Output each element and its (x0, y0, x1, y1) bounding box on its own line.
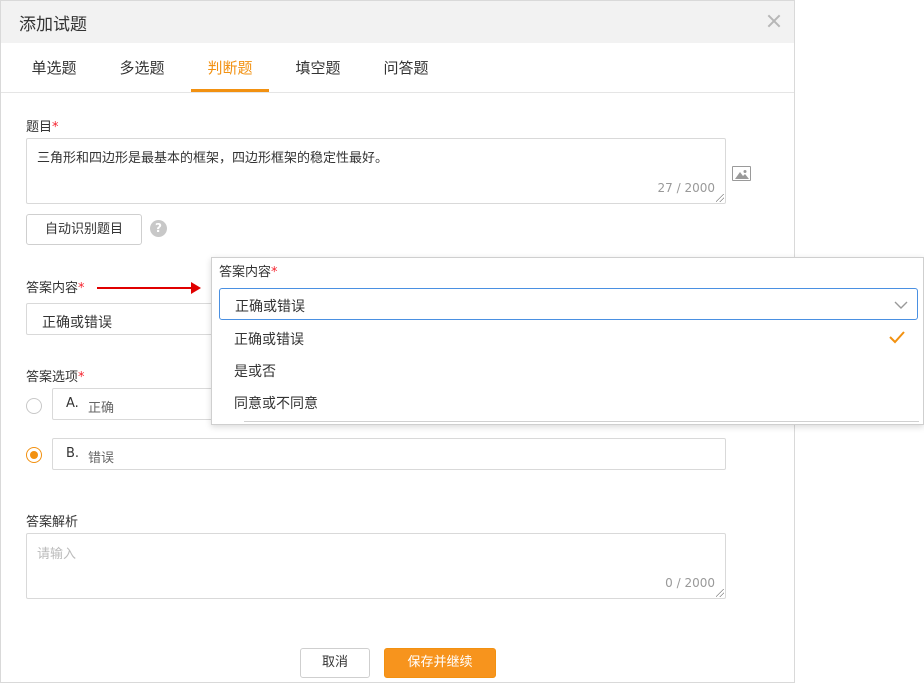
dialog-header: 添加试题 (1, 1, 794, 43)
check-icon (889, 331, 905, 344)
option-a-radio[interactable] (26, 398, 42, 414)
option-b-input[interactable]: B. 错误 (52, 438, 726, 470)
tab-essay[interactable]: 问答题 (371, 43, 441, 92)
arrow-head (191, 282, 201, 294)
dropdown-item-yes-no[interactable]: 是或否 (219, 354, 918, 386)
auto-recognize-button[interactable]: 自动识别题目 (26, 214, 142, 245)
chevron-down-icon[interactable] (893, 297, 909, 313)
resize-handle[interactable] (716, 589, 724, 597)
analysis-textarea[interactable]: 请输入 0 / 2000 (26, 533, 726, 599)
dropdown-item-true-false[interactable]: 正确或错误 (219, 322, 918, 354)
option-b-radio[interactable] (26, 447, 42, 463)
popup-label: 答案内容* (219, 265, 278, 280)
arrow-annotation (97, 287, 195, 289)
image-icon[interactable] (732, 166, 751, 181)
dialog-title: 添加试题 (19, 15, 87, 35)
question-textarea[interactable]: 三角形和四边形是最基本的框架，四边形框架的稳定性最好。 27 / 2000 (26, 138, 726, 204)
dropdown-item-agree-disagree[interactable]: 同意或不同意 (219, 386, 918, 418)
answer-content-dropdown-popup: 答案内容* 正确或错误 正确或错误 是或否 同意或不同意 (211, 257, 924, 425)
question-label: 题目* (26, 120, 59, 135)
analysis-placeholder: 请输入 (37, 547, 77, 562)
popup-select-value: 正确或错误 (235, 299, 305, 315)
tab-true-false[interactable]: 判断题 (191, 43, 269, 92)
cancel-button[interactable]: 取消 (300, 648, 370, 678)
question-text: 三角形和四边形是最基本的框架，四边形框架的稳定性最好。 (37, 151, 389, 166)
answer-options-label: 答案选项* (26, 370, 85, 385)
analysis-counter: 0 / 2000 (665, 576, 715, 590)
tab-fill-blank[interactable]: 填空题 (283, 43, 353, 92)
dropdown-list: 正确或错误 是或否 同意或不同意 (219, 322, 918, 420)
analysis-label: 答案解析 (26, 515, 79, 530)
save-and-continue-button[interactable]: 保存并继续 (384, 648, 496, 678)
popup-select[interactable]: 正确或错误 (219, 288, 918, 320)
tab-multiple-choice[interactable]: 多选题 (107, 43, 177, 92)
help-icon[interactable]: ? (150, 220, 167, 237)
answer-content-label: 答案内容* (26, 281, 85, 296)
question-type-tabs: 单选题 多选题 判断题 填空题 问答题 (1, 43, 794, 93)
answer-content-value: 正确或错误 (42, 315, 112, 331)
question-counter: 27 / 2000 (657, 181, 715, 195)
divider (244, 421, 919, 422)
tab-single-choice[interactable]: 单选题 (19, 43, 89, 92)
close-icon[interactable] (764, 11, 784, 31)
resize-handle[interactable] (716, 194, 724, 202)
